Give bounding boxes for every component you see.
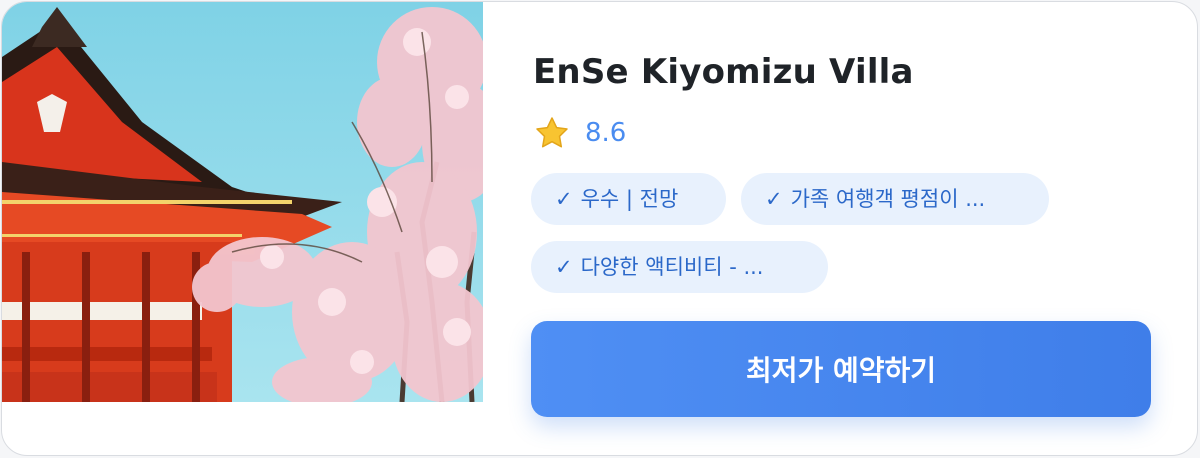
check-icon: ✓ [555,255,573,279]
feature-tag[interactable]: ✓ 우수 | 전망 [531,173,726,225]
rating: 8.6 [535,116,626,150]
feature-tag-label: 우수 | 전망 [580,187,679,211]
feature-tag[interactable]: ✓ 가족 여행객 평점이 ... [741,173,1049,225]
hotel-photo-image [2,2,483,402]
hotel-info: EnSe Kiyomizu Villa 8.6 ✓ 우수 | 전망 ✓ 가족 여행객… [531,2,1151,455]
feature-tag-label: 가족 여행객 평점이 ... [790,187,986,211]
check-icon: ✓ [765,187,783,211]
hotel-card[interactable]: EnSe Kiyomizu Villa 8.6 ✓ 우수 | 전망 ✓ 가족 여행객… [1,1,1198,456]
hotel-photo[interactable] [2,2,483,402]
hotel-name[interactable]: EnSe Kiyomizu Villa [533,52,914,92]
star-icon [536,117,568,148]
feature-tag[interactable]: ✓ 다양한 액티비티 - ... [531,241,828,293]
feature-tag-label: 다양한 액티비티 - ... [580,255,764,279]
check-icon: ✓ [555,187,573,211]
rating-score: 8.6 [585,118,627,148]
book-lowest-price-button[interactable]: 최저가 예약하기 [531,321,1151,417]
